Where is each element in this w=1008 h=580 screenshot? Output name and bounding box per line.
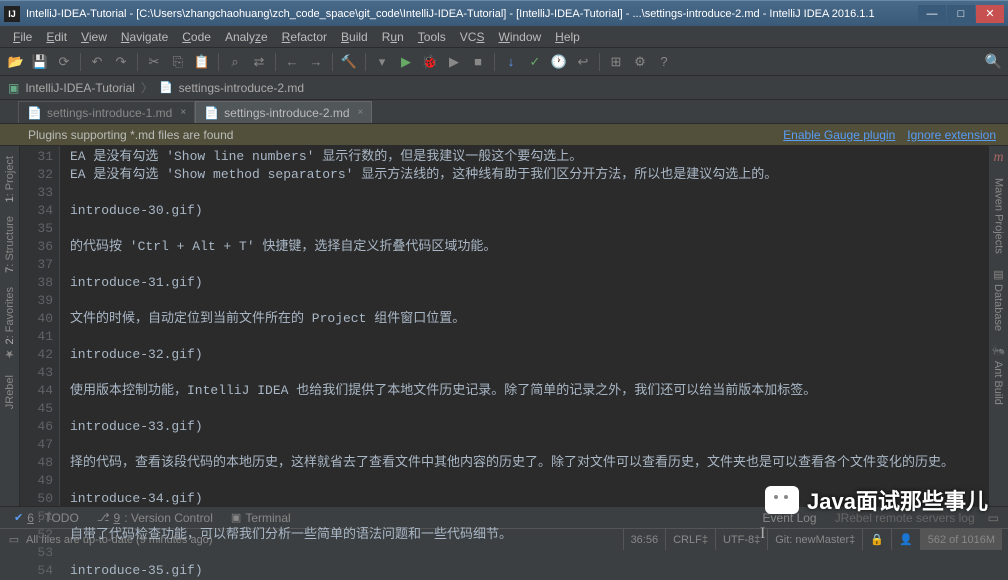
text-cursor-icon: I xyxy=(760,525,765,543)
enable-plugin-link[interactable]: Enable Gauge plugin xyxy=(783,128,895,142)
maven-icon[interactable]: m xyxy=(993,150,1003,166)
debug-icon[interactable]: 🐞 xyxy=(420,52,440,72)
editor-tabs: 📄 settings-introduce-1.md × 📄 settings-i… xyxy=(0,100,1008,124)
project-icon: ▣ xyxy=(8,81,19,95)
coverage-icon[interactable]: ▶ xyxy=(444,52,464,72)
tool-ant[interactable]: 🐜 Ant Build xyxy=(990,339,1007,411)
menu-vcs[interactable]: VCS xyxy=(453,28,492,46)
replace-icon[interactable]: ⇄ xyxy=(249,52,269,72)
menu-view[interactable]: View xyxy=(74,28,114,46)
search-everywhere-icon[interactable]: 🔍 xyxy=(985,53,1002,70)
tab-label: settings-introduce-2.md xyxy=(224,106,349,120)
copy-icon[interactable]: ⎘ xyxy=(168,52,188,72)
tab-settings-introduce-1[interactable]: 📄 settings-introduce-1.md × xyxy=(18,101,195,123)
tool-favorites[interactable]: ★ 2: Favorites xyxy=(1,281,18,367)
open-icon[interactable]: 📂 xyxy=(6,52,26,72)
tab-label: settings-introduce-1.md xyxy=(47,106,172,120)
structure-icon[interactable]: ⊞ xyxy=(606,52,626,72)
vcs-update-icon[interactable]: ↓ xyxy=(501,52,521,72)
vcs-commit-icon[interactable]: ✓ xyxy=(525,52,545,72)
code-area[interactable]: EA 是没有勾选 'Show line numbers' 显示行数的，但是我建议… xyxy=(60,146,988,506)
window-controls: — □ ✕ xyxy=(918,5,1004,23)
settings-icon[interactable]: ⚙ xyxy=(630,52,650,72)
close-button[interactable]: ✕ xyxy=(976,5,1004,23)
paste-icon[interactable]: 📋 xyxy=(192,52,212,72)
cut-icon[interactable]: ✂ xyxy=(144,52,164,72)
menu-window[interactable]: Window xyxy=(491,28,548,46)
file-icon: 📄 xyxy=(204,106,219,120)
editor[interactable]: 3132333435363738394041424344454647484950… xyxy=(20,146,988,506)
help-icon[interactable]: ? xyxy=(654,52,674,72)
menu-help[interactable]: Help xyxy=(548,28,587,46)
menu-code[interactable]: Code xyxy=(175,28,218,46)
file-icon: 📄 xyxy=(27,106,42,120)
window-title: IntelliJ-IDEA-Tutorial - [C:\Users\zhang… xyxy=(26,8,918,20)
menu-refactor[interactable]: Refactor xyxy=(275,28,334,46)
menu-edit[interactable]: Edit xyxy=(39,28,74,46)
back-icon[interactable]: ← xyxy=(282,52,302,72)
vcs-history-icon[interactable]: 🕐 xyxy=(549,52,569,72)
maximize-button[interactable]: □ xyxy=(947,5,975,23)
menu-file[interactable]: File xyxy=(6,28,39,46)
breadcrumb-sep: 〉 xyxy=(141,79,153,96)
forward-icon[interactable]: → xyxy=(306,52,326,72)
notification-bar: Plugins supporting *.md files are found … xyxy=(0,124,1008,146)
left-tool-strip: 1: Project 7: Structure ★ 2: Favorites J… xyxy=(0,146,20,506)
breadcrumb-file[interactable]: settings-introduce-2.md xyxy=(179,81,304,95)
tool-jrebel[interactable]: JRebel xyxy=(2,369,18,415)
close-tab-icon[interactable]: × xyxy=(358,107,364,118)
tab-settings-introduce-2[interactable]: 📄 settings-introduce-2.md × xyxy=(195,101,372,123)
find-icon[interactable]: ⌕ xyxy=(225,52,245,72)
menu-tools[interactable]: Tools xyxy=(411,28,453,46)
menu-run[interactable]: Run xyxy=(375,28,411,46)
menubar: File Edit View Navigate Code Analyze Ref… xyxy=(0,26,1008,48)
tool-project[interactable]: 1: Project xyxy=(2,150,18,208)
toolbar: 📂 💾 ⟳ ↶ ↷ ✂ ⎘ 📋 ⌕ ⇄ ← → 🔨 ▾ ▶ 🐞 ▶ ■ ↓ ✓ … xyxy=(0,48,1008,76)
run-config-icon[interactable]: ▾ xyxy=(372,52,392,72)
ignore-extension-link[interactable]: Ignore extension xyxy=(907,128,996,142)
undo-icon[interactable]: ↶ xyxy=(87,52,107,72)
breadcrumb-project[interactable]: IntelliJ-IDEA-Tutorial xyxy=(25,81,135,95)
tool-structure[interactable]: 7: Structure xyxy=(2,210,18,279)
save-icon[interactable]: 💾 xyxy=(30,52,50,72)
minimize-button[interactable]: — xyxy=(918,5,946,23)
menu-navigate[interactable]: Navigate xyxy=(114,28,175,46)
stop-icon[interactable]: ■ xyxy=(468,52,488,72)
tool-maven[interactable]: Maven Projects xyxy=(991,172,1007,260)
gutter: 3132333435363738394041424344454647484950… xyxy=(20,146,60,506)
close-tab-icon[interactable]: × xyxy=(180,107,186,118)
build-icon[interactable]: 🔨 xyxy=(339,52,359,72)
app-icon: IJ xyxy=(4,6,20,22)
breadcrumb: ▣ IntelliJ-IDEA-Tutorial 〉 📄 settings-in… xyxy=(0,76,1008,100)
vcs-revert-icon[interactable]: ↩ xyxy=(573,52,593,72)
run-icon[interactable]: ▶ xyxy=(396,52,416,72)
notification-message: Plugins supporting *.md files are found xyxy=(28,128,771,142)
menu-analyze[interactable]: Analyze xyxy=(218,28,275,46)
main-area: 1: Project 7: Structure ★ 2: Favorites J… xyxy=(0,146,1008,506)
menu-build[interactable]: Build xyxy=(334,28,375,46)
window-titlebar: IJ IntelliJ-IDEA-Tutorial - [C:\Users\zh… xyxy=(0,0,1008,26)
redo-icon[interactable]: ↷ xyxy=(111,52,131,72)
tool-database[interactable]: ▤ Database xyxy=(990,262,1007,337)
right-tool-strip: m Maven Projects ▤ Database 🐜 Ant Build xyxy=(988,146,1008,506)
sync-icon[interactable]: ⟳ xyxy=(54,52,74,72)
file-icon: 📄 xyxy=(159,81,173,94)
